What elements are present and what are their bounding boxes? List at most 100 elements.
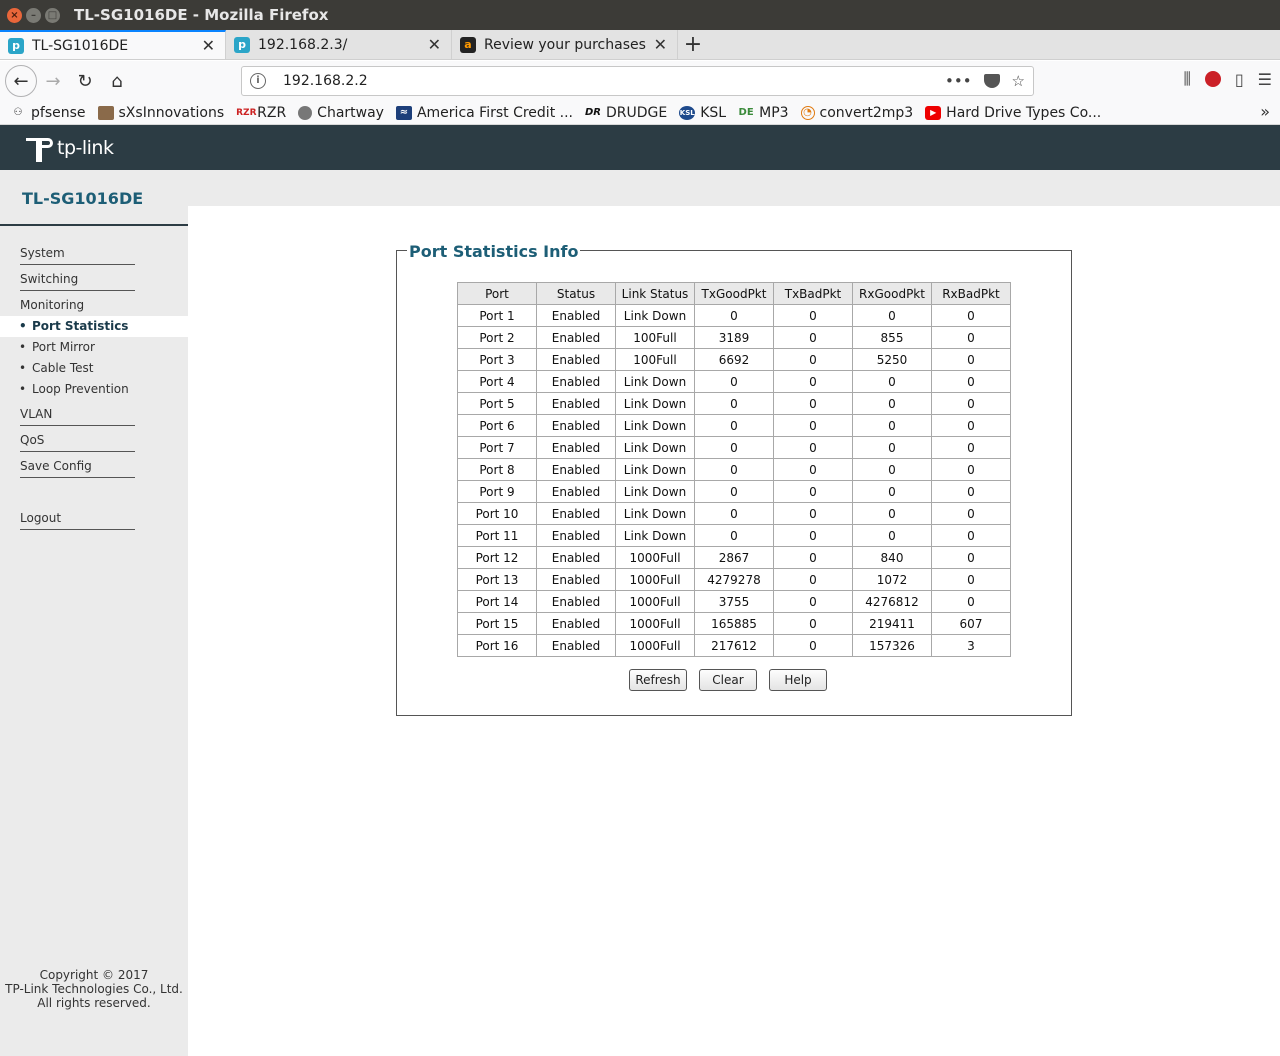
window-maximize-button[interactable]: □ bbox=[45, 7, 60, 23]
bookmarks-overflow-icon[interactable]: » bbox=[1260, 102, 1270, 121]
library-icon[interactable]: ⫼ bbox=[1183, 69, 1190, 89]
sidebar-item-cable-test[interactable]: • Cable Test bbox=[0, 358, 188, 379]
window-close-button[interactable]: × bbox=[7, 7, 22, 23]
tab-switch-admin[interactable]: p TL-SG1016DE ✕ bbox=[0, 30, 226, 59]
back-button[interactable]: ← bbox=[5, 65, 37, 97]
clear-button[interactable]: Clear bbox=[699, 669, 757, 691]
table-cell: 0 bbox=[852, 392, 932, 415]
copyright: Copyright © 2017 TP-Link Technologies Co… bbox=[5, 968, 183, 1010]
table-cell: 0 bbox=[694, 480, 774, 503]
table-cell: Port 10 bbox=[457, 502, 537, 525]
table-cell: Enabled bbox=[536, 524, 616, 547]
bookmark-convert2mp3[interactable]: ◔ convert2mp3 bbox=[800, 105, 913, 121]
table-cell: 4276812 bbox=[852, 590, 932, 613]
window-minimize-button[interactable]: – bbox=[26, 7, 41, 23]
column-header: TxGoodPkt bbox=[694, 282, 774, 305]
table-cell: 0 bbox=[773, 370, 853, 393]
tab-close-icon[interactable]: ✕ bbox=[426, 35, 443, 54]
bookmark-ksl[interactable]: KSL KSL bbox=[679, 105, 726, 121]
table-cell: Enabled bbox=[536, 590, 616, 613]
table-row: Port 4 Enabled Link Down 0 0 0 0 bbox=[457, 370, 1011, 393]
bookmark-america-first[interactable]: ≈ America First Credit ... bbox=[395, 105, 573, 121]
menu-hamburger-icon[interactable]: ☰ bbox=[1258, 70, 1272, 89]
table-row: Port 10 Enabled Link Down 0 0 0 0 bbox=[457, 502, 1011, 525]
table-cell: Enabled bbox=[536, 458, 616, 481]
table-cell: 0 bbox=[773, 634, 853, 657]
bookmark-rzr[interactable]: RZR RZR bbox=[236, 105, 286, 121]
sidebar-item-qos[interactable]: QoS bbox=[20, 433, 135, 452]
tab-192-168-2-3[interactable]: p 192.168.2.3/ ✕ bbox=[226, 30, 452, 59]
tplink-header: tp-link bbox=[0, 125, 1280, 170]
window-titlebar: × – □ TL-SG1016DE - Mozilla Firefox bbox=[0, 0, 1280, 30]
bookmark-sxsinnovations[interactable]: sXsInnovations bbox=[97, 105, 224, 121]
table-cell: 0 bbox=[773, 458, 853, 481]
table-row: Port 2 Enabled 100Full 3189 0 855 0 bbox=[457, 326, 1011, 349]
sidebar-item-vlan[interactable]: VLAN bbox=[20, 407, 135, 426]
reload-button[interactable]: ↻ bbox=[69, 65, 101, 97]
table-cell: Enabled bbox=[536, 326, 616, 349]
table-cell: Enabled bbox=[536, 348, 616, 371]
sidebar-item-system[interactable]: System bbox=[20, 246, 135, 265]
tab-review-purchases[interactable]: a Review your purchases ✕ bbox=[452, 30, 678, 59]
tplink-logo: tp-link bbox=[22, 132, 114, 164]
url-bar[interactable]: i 192.168.2.2 ••• ☆ bbox=[241, 66, 1034, 96]
tab-close-icon[interactable]: ✕ bbox=[200, 36, 217, 55]
table-cell: 0 bbox=[852, 304, 932, 327]
sidebar-item-save-config[interactable]: Save Config bbox=[20, 459, 135, 478]
pocket-icon[interactable] bbox=[983, 74, 1000, 88]
column-header: Status bbox=[536, 282, 616, 305]
drudge-icon: DR bbox=[585, 106, 602, 118]
table-cell: 0 bbox=[931, 348, 1011, 371]
table-cell: 0 bbox=[852, 502, 932, 525]
table-cell: 0 bbox=[773, 524, 853, 547]
new-tab-button[interactable]: + bbox=[678, 30, 708, 59]
youtube-icon: ▶ bbox=[925, 105, 942, 120]
bookmark-star-icon[interactable]: ☆ bbox=[1012, 72, 1025, 90]
bookmark-hard-drive-types[interactable]: ▶ Hard Drive Types Co... bbox=[925, 105, 1101, 121]
tab-label: 192.168.2.3/ bbox=[258, 36, 348, 53]
table-cell: 0 bbox=[852, 370, 932, 393]
pinterest-icon[interactable] bbox=[1204, 71, 1221, 87]
table-cell: 1000Full bbox=[615, 590, 695, 613]
table-cell: 0 bbox=[852, 436, 932, 459]
table-cell: 0 bbox=[773, 612, 853, 635]
url-text[interactable]: 192.168.2.2 bbox=[283, 73, 945, 89]
table-cell: 0 bbox=[694, 436, 774, 459]
bookmark-mp3[interactable]: DE MP3 bbox=[738, 105, 789, 121]
sidebar-item-loop-prevention[interactable]: • Loop Prevention bbox=[0, 379, 188, 400]
model-divider bbox=[0, 224, 188, 226]
sidebar-item-label: Port Statistics bbox=[32, 319, 129, 333]
table-cell: Enabled bbox=[536, 568, 616, 591]
sxs-icon bbox=[97, 105, 114, 120]
port-statistics-panel: Port Statistics Info Port Status Link Stat… bbox=[396, 242, 1072, 716]
sidebar-toggle-icon[interactable]: ▯ bbox=[1235, 70, 1244, 89]
bookmark-pfsense[interactable]: ⚇ pfsense bbox=[10, 105, 86, 121]
sidebar-item-switching[interactable]: Switching bbox=[20, 272, 135, 291]
help-button[interactable]: Help bbox=[769, 669, 827, 691]
home-button[interactable]: ⌂ bbox=[101, 65, 133, 97]
bookmark-chartway[interactable]: Chartway bbox=[298, 105, 384, 121]
table-row: Port 1 Enabled Link Down 0 0 0 0 bbox=[457, 304, 1011, 327]
table-cell: 2867 bbox=[694, 546, 774, 569]
sidebar-item-monitoring[interactable]: Monitoring bbox=[20, 298, 135, 317]
site-info-icon[interactable]: i bbox=[250, 73, 266, 89]
sidebar-item-port-statistics[interactable]: • Port Statistics bbox=[0, 316, 188, 337]
table-cell: 0 bbox=[931, 414, 1011, 437]
sidebar-item-port-mirror[interactable]: • Port Mirror bbox=[0, 337, 188, 358]
column-header: RxGoodPkt bbox=[852, 282, 932, 305]
table-cell: 607 bbox=[931, 612, 1011, 635]
page-actions-icon[interactable]: ••• bbox=[945, 72, 972, 90]
table-cell: Link Down bbox=[615, 480, 695, 503]
table-cell: 0 bbox=[931, 436, 1011, 459]
table-cell: 217612 bbox=[694, 634, 774, 657]
bookmark-drudge[interactable]: DR DRUDGE bbox=[585, 105, 667, 121]
table-cell: 0 bbox=[773, 348, 853, 371]
refresh-button[interactable]: Refresh bbox=[629, 669, 687, 691]
column-header: RxBadPkt bbox=[931, 282, 1011, 305]
tab-close-icon[interactable]: ✕ bbox=[652, 35, 669, 54]
table-cell: 157326 bbox=[852, 634, 932, 657]
sidebar-item-logout[interactable]: Logout bbox=[20, 511, 135, 530]
sidebar-item-label: Cable Test bbox=[32, 361, 94, 375]
forward-button[interactable]: → bbox=[37, 65, 69, 97]
table-cell: 0 bbox=[931, 458, 1011, 481]
